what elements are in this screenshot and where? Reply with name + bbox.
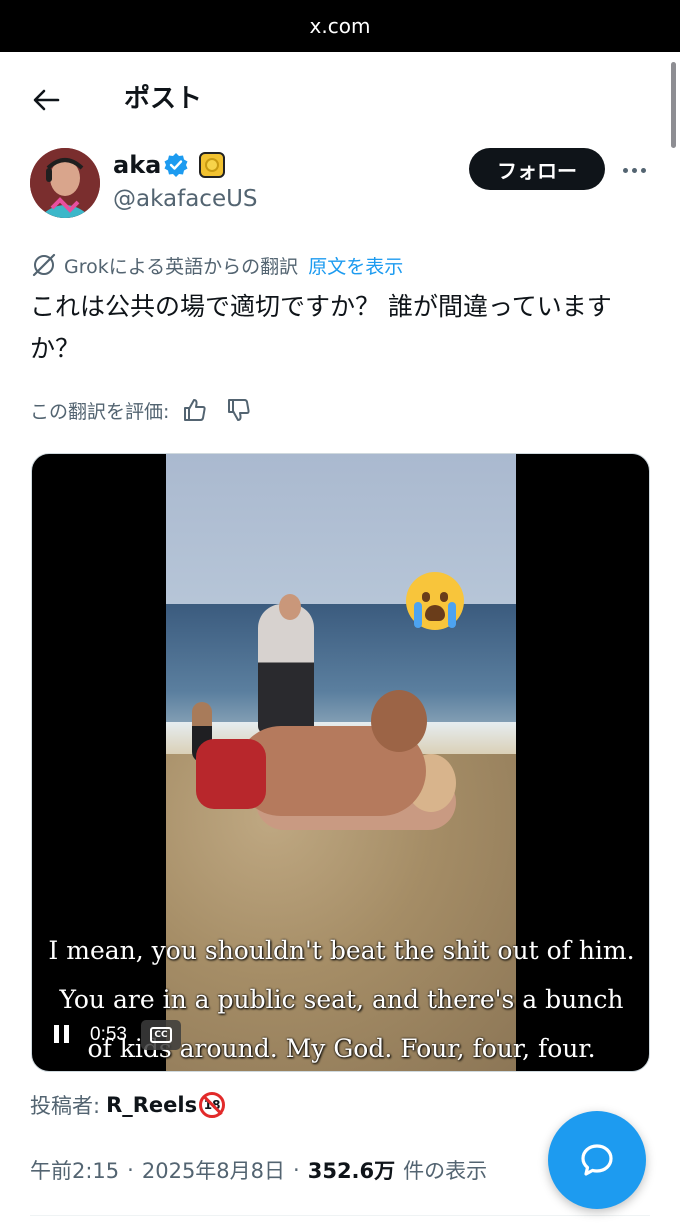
post-time[interactable]: 午前2:15 bbox=[30, 1155, 119, 1185]
no-under-18-icon: 18 bbox=[199, 1092, 226, 1118]
translation-label: Grokによる英語からの翻訳 bbox=[64, 255, 299, 278]
author-name[interactable]: aka bbox=[113, 150, 161, 180]
author-handle[interactable]: @akafaceUS bbox=[113, 184, 258, 214]
video-frame bbox=[166, 454, 516, 1071]
dot-icon bbox=[622, 167, 628, 173]
crying-face-icon bbox=[406, 572, 464, 630]
video-person-head bbox=[279, 594, 301, 620]
video-attribution: 投稿者: R_Reels 18 bbox=[30, 1089, 226, 1121]
thumbs-down-icon bbox=[228, 399, 250, 421]
video-subtitle-line: I mean, you shouldn't beat the shit out … bbox=[48, 936, 635, 965]
verified-badge-icon bbox=[164, 153, 188, 177]
thumbs-up-button[interactable] bbox=[177, 395, 213, 425]
back-button[interactable] bbox=[26, 82, 66, 118]
arrow-left-icon bbox=[33, 89, 60, 111]
attribution-label: 投稿者: bbox=[30, 1094, 101, 1118]
thumbs-up-icon bbox=[184, 399, 206, 421]
browser-url-bar[interactable]: x.com bbox=[0, 0, 680, 52]
video-controls: 0:53 CC bbox=[54, 1020, 181, 1050]
thumbs-down-button[interactable] bbox=[221, 395, 257, 425]
post-meta: 午前2:15 · 2025年8月8日 · 352.6万 件の表示 bbox=[30, 1153, 487, 1187]
captions-icon: CC bbox=[150, 1027, 172, 1043]
top-navigation: ポスト bbox=[0, 70, 680, 128]
video-person-standing bbox=[258, 604, 314, 734]
page-title: ポスト bbox=[124, 84, 203, 114]
divider bbox=[30, 1215, 650, 1216]
url-text: x.com bbox=[309, 14, 371, 38]
rate-translation-label: この翻訳を評価: bbox=[30, 400, 170, 423]
video-man-head bbox=[371, 690, 427, 752]
video-player[interactable]: I mean, you shouldn't beat the shit out … bbox=[31, 453, 650, 1072]
show-original-link[interactable]: 原文を表示 bbox=[308, 252, 403, 279]
tweet-text: これは公共の場で適切ですか？ 誰が間違っていますか？ bbox=[30, 292, 612, 363]
chat-bubble-icon bbox=[581, 1144, 613, 1176]
video-time: 0:53 bbox=[90, 1024, 127, 1045]
dot-icon bbox=[631, 167, 637, 173]
rate-translation: この翻訳を評価: bbox=[30, 395, 257, 425]
more-options-button[interactable] bbox=[614, 156, 654, 184]
view-count: 352.6万 bbox=[307, 1159, 396, 1183]
video-sky bbox=[166, 454, 516, 614]
video-man-shorts bbox=[196, 739, 266, 809]
post-date[interactable]: 2025年8月8日 bbox=[142, 1155, 285, 1185]
reply-fab-button[interactable] bbox=[548, 1111, 646, 1209]
avatar-image bbox=[30, 148, 100, 218]
attribution-user-link[interactable]: R_Reels bbox=[106, 1093, 197, 1117]
meta-separator: · bbox=[127, 1158, 134, 1182]
captions-button[interactable]: CC bbox=[140, 1020, 181, 1050]
view-count-label: 件の表示 bbox=[403, 1159, 488, 1183]
dot-icon bbox=[640, 167, 646, 173]
avatar[interactable] bbox=[30, 148, 100, 218]
affiliate-badge-icon bbox=[199, 152, 225, 178]
meta-separator: · bbox=[293, 1158, 300, 1182]
grok-icon bbox=[32, 253, 56, 277]
translation-notice: Grokによる英語からの翻訳 原文を表示 bbox=[30, 250, 403, 280]
follow-button[interactable]: フォロー bbox=[469, 148, 605, 190]
video-subtitle-line: You are in a public seat, and there's a … bbox=[59, 985, 624, 1014]
pause-icon[interactable] bbox=[54, 1025, 72, 1045]
